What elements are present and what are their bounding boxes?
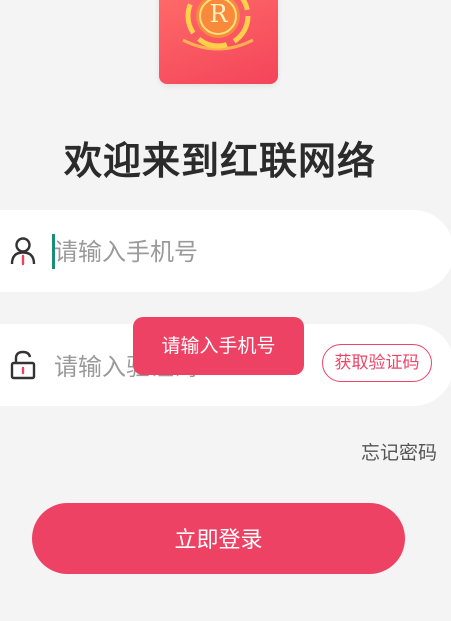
- app-logo: R: [159, 0, 278, 84]
- phone-input-placeholder: 请输入手机号: [54, 238, 198, 266]
- welcome-title: 欢迎来到红联网络: [63, 139, 376, 183]
- user-icon: [10, 237, 36, 266]
- forgot-password-link[interactable]: 忘记密码: [361, 438, 437, 465]
- login-button[interactable]: 立即登录: [32, 503, 405, 574]
- logo-letter: R: [209, 0, 228, 28]
- get-code-button[interactable]: 获取验证码: [322, 344, 432, 382]
- login-screen: R 欢迎来到红联网络 请输入手机号 请输入验证码 获取验证码 忘记密码 立即登录…: [0, 0, 451, 621]
- toast-message: 请输入手机号: [133, 317, 304, 375]
- unlock-icon: [10, 350, 36, 380]
- phone-input-field[interactable]: 请输入手机号: [0, 210, 451, 292]
